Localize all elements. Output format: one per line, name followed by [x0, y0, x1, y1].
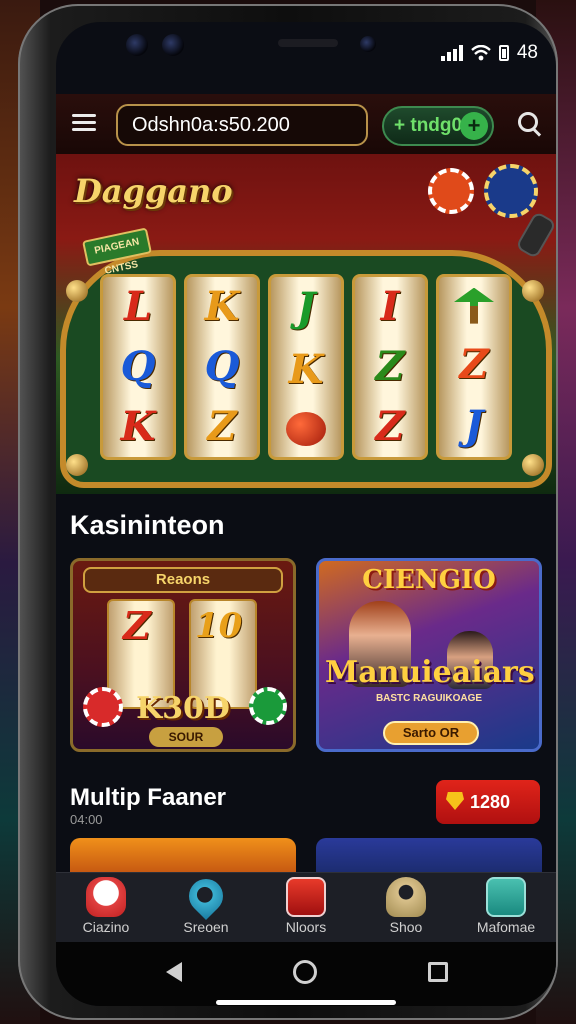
- trophy-icon: [446, 792, 464, 810]
- status-icons: 48: [440, 42, 538, 64]
- signal-icon: [440, 45, 463, 61]
- reel-symbol: Z: [459, 340, 489, 388]
- bonus-badge[interactable]: 1280 CO: [436, 780, 540, 856]
- card-button[interactable]: SOUR: [149, 727, 223, 747]
- reel-symbol: Q: [120, 343, 156, 390]
- poker-chip-icon: [428, 168, 474, 214]
- tab-nloors[interactable]: Nloors: [256, 873, 356, 943]
- section-title: Kasininteon: [70, 510, 225, 540]
- reel-symbol: K: [204, 283, 240, 330]
- speaker-grille: [278, 39, 338, 47]
- tab-shoo[interactable]: Shoo: [356, 873, 456, 943]
- game-card-ciengio[interactable]: CIENGIO Manuieaiars BASTC RAGUIKOAGE Sar…: [316, 558, 542, 752]
- wifi-icon: [471, 45, 491, 61]
- slot-lever-icon: [515, 210, 556, 260]
- status-bar: 48: [56, 22, 556, 84]
- hero-banner[interactable]: Daggano PIAGEAN CNTSS L Q K K Q Z J K I …: [56, 154, 556, 494]
- tab-ciazino[interactable]: Ciazino: [56, 873, 156, 943]
- search-field[interactable]: Odshn0a:s50.200: [116, 104, 368, 146]
- reel-symbol: J: [296, 284, 316, 331]
- reel-1: L Q K: [100, 274, 176, 460]
- sensor-icon: [162, 34, 184, 56]
- card-button[interactable]: Sarto OR: [383, 721, 479, 745]
- search-icon[interactable]: [518, 112, 542, 137]
- palm-tree-icon: [454, 287, 494, 324]
- battery-icon: [498, 45, 509, 61]
- cherry-icon: [286, 412, 326, 446]
- game-card-reaons[interactable]: Reaons Z 10 K30D SOUR: [70, 558, 296, 752]
- card-headline: Manuieaiars: [325, 655, 535, 690]
- phone-screen: 48 Odshn0a:s50.200 + tndg0 + Daggano PIA…: [56, 22, 556, 1006]
- reel-symbol: 10: [195, 606, 243, 646]
- reel-symbol: Z: [123, 603, 151, 648]
- tab-label: Sreoen: [183, 919, 229, 935]
- card-subtitle: BASTC RAGUIKOAGE: [375, 693, 483, 704]
- home-indicator[interactable]: [216, 1000, 396, 1005]
- front-camera-icon: [360, 36, 376, 52]
- section-title: Multip Faaner: [70, 784, 227, 811]
- card-headline: K30D: [136, 691, 230, 726]
- pin-icon: [181, 871, 231, 921]
- home-icon[interactable]: [293, 960, 317, 984]
- deposit-button[interactable]: + tndg0 +: [382, 106, 494, 146]
- reel-5: Z J: [436, 274, 512, 460]
- card-title: Reaons: [83, 567, 283, 593]
- brand-logo: Daggano: [74, 172, 233, 210]
- phone-frame: 48 Odshn0a:s50.200 + tndg0 + Daggano PIA…: [18, 4, 558, 1020]
- tooth-icon: [86, 877, 126, 917]
- gift-icon: [286, 877, 326, 917]
- tab-label: Mafomae: [476, 919, 536, 935]
- status-time: 48: [516, 42, 538, 63]
- tab-label: Ciazino: [82, 919, 130, 935]
- reel-3: J K: [268, 274, 344, 460]
- deposit-label: + tndg0: [394, 115, 463, 136]
- rivet-icon: [66, 280, 88, 302]
- rivet-icon: [522, 280, 544, 302]
- reel-symbol: I: [380, 283, 400, 330]
- reel-symbol: K: [288, 346, 324, 393]
- reel-symbol: L: [123, 283, 153, 330]
- reel-4: I Z Z: [352, 274, 428, 460]
- reel-2: K Q Z: [184, 274, 260, 460]
- rivet-icon: [522, 454, 544, 476]
- back-icon[interactable]: [166, 962, 182, 982]
- section-subtitle: 04:00: [70, 812, 103, 827]
- camera-icon: [126, 34, 148, 56]
- tab-mafomae[interactable]: Mafomae: [456, 873, 556, 943]
- bottom-tab-bar: Ciazino Sreoen Nloors Shoo Mafomae: [56, 871, 556, 943]
- tab-label: Shoo: [389, 919, 423, 935]
- tab-sreoen[interactable]: Sreoen: [156, 871, 256, 943]
- system-nav-bar: [56, 942, 556, 1006]
- tab-label: Nloors: [285, 919, 327, 935]
- reel-symbol: Z: [375, 403, 405, 450]
- card-title: CIENGIO: [362, 565, 496, 595]
- app-bar: Odshn0a:s50.200 + tndg0 +: [56, 94, 556, 154]
- reel-symbol: Z: [207, 403, 237, 450]
- roulette-icon: [484, 164, 538, 218]
- machine-icon: [486, 877, 526, 917]
- rivet-icon: [66, 454, 88, 476]
- menu-icon[interactable]: [70, 108, 100, 138]
- reel-symbol: J: [464, 402, 484, 450]
- reel-symbol: K: [120, 403, 156, 450]
- reel-symbol: Z: [375, 343, 405, 390]
- person-icon: [386, 877, 426, 917]
- plus-icon: +: [460, 112, 488, 140]
- recent-apps-icon[interactable]: [428, 962, 448, 982]
- reel-symbol: Q: [204, 343, 240, 390]
